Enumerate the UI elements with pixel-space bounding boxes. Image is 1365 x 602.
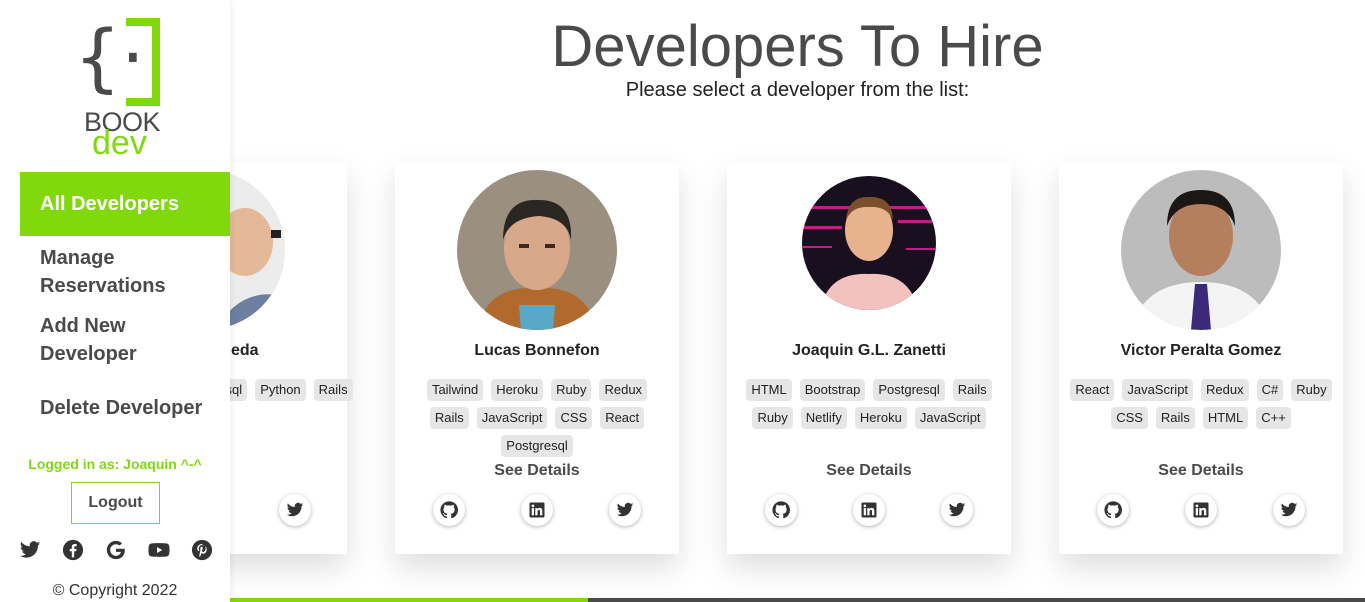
twitter-icon[interactable]: [941, 494, 973, 526]
linkedin-icon[interactable]: [853, 494, 885, 526]
skill-tag: Bootstrap: [799, 379, 866, 401]
carousel-progress-fill: [230, 598, 588, 602]
skill-tag: Rails: [952, 379, 992, 401]
skill-tag: JavaScript: [1122, 379, 1194, 401]
social-links: [18, 538, 214, 562]
skill-tag: Redux: [599, 379, 648, 401]
developer-social-links: [1097, 494, 1305, 526]
page-title: Developers To Hire: [551, 14, 1044, 79]
developer-skills: resql Python Rails: [209, 379, 353, 401]
twitter-icon[interactable]: [1273, 494, 1305, 526]
skill-tag: Ruby: [1291, 379, 1332, 401]
skill-tag: React: [1070, 379, 1115, 401]
nav-manage-reservations[interactable]: Manage Reservations: [20, 244, 230, 300]
skill-tag: JavaScript: [914, 407, 986, 429]
skill-tag: Rails: [313, 379, 353, 401]
skill-tag: CSS: [1111, 407, 1148, 429]
skill-tag: Heroku: [491, 379, 544, 401]
developer-avatar: [1121, 170, 1281, 330]
skill-tag: HTML: [746, 379, 792, 401]
sidebar: {· BOOK dev All Developers Manage Reserv…: [0, 0, 230, 602]
logo-dev-text: dev: [92, 124, 147, 162]
developer-social-links: [765, 494, 973, 526]
twitter-icon[interactable]: [18, 538, 42, 562]
skill-tag: Postgresql: [501, 435, 573, 457]
logo-bracket: [126, 18, 160, 106]
see-details-link[interactable]: See Details: [727, 462, 1011, 480]
skill-tag: C++: [1256, 407, 1291, 429]
sidebar-nav: All Developers Manage Reservations Add N…: [20, 172, 230, 422]
skill-tag: HTML: [1202, 407, 1249, 429]
developer-name: Victor Peralta Gomez: [1120, 342, 1282, 359]
skill-tag: Rails: [429, 407, 469, 429]
skill-tag: Tailwind: [426, 379, 484, 401]
youtube-icon[interactable]: [147, 538, 171, 562]
developer-avatar: [457, 170, 617, 330]
copyright-text: © Copyright 2022: [52, 582, 178, 599]
github-icon[interactable]: [765, 494, 797, 526]
github-icon[interactable]: [1097, 494, 1129, 526]
twitter-icon[interactable]: [609, 494, 641, 526]
bookdev-logo[interactable]: {· BOOK dev: [70, 12, 170, 160]
skill-tag: C#: [1256, 379, 1284, 401]
github-icon[interactable]: [433, 494, 465, 526]
logout-button[interactable]: Logout: [71, 482, 160, 524]
skill-tag: React: [600, 407, 645, 429]
developer-skills: Tailwind Heroku Ruby Redux Rails JavaScr…: [405, 379, 669, 457]
developer-skills: HTML Bootstrap Postgresql Rails Ruby Net…: [737, 379, 1001, 429]
skill-tag: Ruby: [752, 407, 793, 429]
developer-name: Lucas Bonnefon: [474, 342, 600, 359]
nav-add-new-developer[interactable]: Add New Developer: [20, 312, 230, 368]
developer-social-links: [279, 494, 311, 526]
skill-tag: Ruby: [551, 379, 592, 401]
linkedin-icon[interactable]: [521, 494, 553, 526]
page-subtitle: Please select a developer from the list:: [625, 79, 970, 101]
see-details-link[interactable]: See Details: [395, 462, 679, 480]
skill-tag: Netlify: [800, 407, 847, 429]
facebook-icon[interactable]: [61, 538, 85, 562]
skill-tag: Rails: [1155, 407, 1195, 429]
see-details-link[interactable]: See Details: [1059, 462, 1343, 480]
developer-name: Joaquin G.L. Zanetti: [792, 342, 946, 359]
nav-all-developers[interactable]: All Developers: [20, 172, 230, 236]
skill-tag: Redux: [1201, 379, 1249, 401]
carousel-progress-bar[interactable]: [230, 598, 1365, 602]
skill-tag: Python: [255, 379, 306, 401]
google-icon[interactable]: [104, 538, 128, 562]
nav-delete-developer[interactable]: Delete Developer: [20, 394, 230, 422]
skill-tag: Postgresql: [873, 379, 945, 401]
skill-tag: Heroku: [854, 407, 907, 429]
pinterest-icon[interactable]: [190, 538, 214, 562]
developer-card[interactable]: Joaquin G.L. Zanetti HTML Bootstrap Post…: [727, 162, 1011, 554]
developer-social-links: [433, 494, 641, 526]
twitter-icon[interactable]: [279, 494, 311, 526]
developer-card[interactable]: Lucas Bonnefon Tailwind Heroku Ruby Redu…: [395, 162, 679, 554]
logged-in-status: Logged in as: Joaquin ^-^: [28, 456, 202, 472]
skill-tag: JavaScript: [476, 407, 548, 429]
developer-avatar: [802, 176, 936, 310]
developer-skills: React JavaScript Redux C# Ruby CSS Rails…: [1069, 379, 1333, 429]
linkedin-icon[interactable]: [1185, 494, 1217, 526]
skill-tag: CSS: [555, 407, 593, 429]
developer-card[interactable]: Victor Peralta Gomez React JavaScript Re…: [1059, 162, 1343, 554]
